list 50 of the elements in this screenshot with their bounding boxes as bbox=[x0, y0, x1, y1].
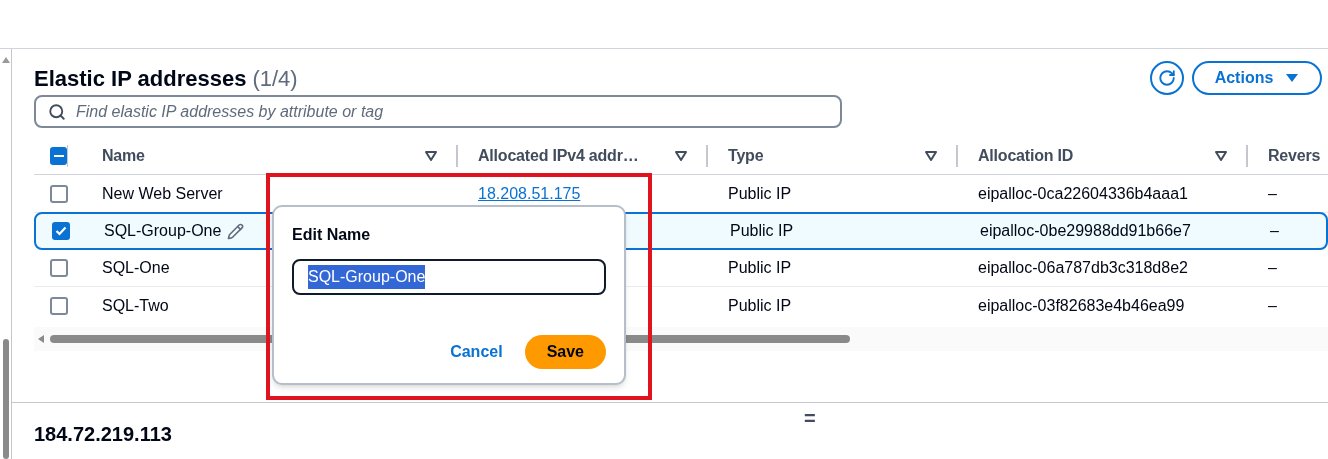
column-header[interactable]: Revers bbox=[1268, 144, 1321, 168]
table-cell: eipalloc-06a787db3c318d8e2 bbox=[978, 258, 1188, 276]
sort-caret-icon[interactable] bbox=[674, 150, 688, 162]
refresh-button[interactable] bbox=[1150, 61, 1184, 95]
save-button[interactable]: Save bbox=[524, 335, 606, 369]
table-cell: – bbox=[1268, 297, 1277, 314]
table-cell: – bbox=[1270, 222, 1279, 239]
selection-count: (1/4) bbox=[252, 64, 298, 93]
table-cell: eipalloc-0ca22604336b4aaa1 bbox=[978, 184, 1188, 202]
table-cell: – bbox=[1268, 184, 1277, 202]
column-header[interactable]: Allocation ID bbox=[978, 144, 1074, 168]
table-cell: eipalloc-0be29988dd91b66e7 bbox=[980, 222, 1191, 239]
search-input[interactable]: Find elastic IP addresses by attribute or tag bbox=[76, 99, 828, 124]
checkbox[interactable] bbox=[52, 222, 70, 240]
table-cell: eipalloc-03f82683e4b46ea99 bbox=[978, 297, 1185, 314]
table-cell-text: New Web Server bbox=[102, 183, 223, 204]
ip-link[interactable]: 18.208.51.175 bbox=[478, 184, 581, 202]
sort-caret-icon[interactable] bbox=[924, 150, 938, 162]
refresh-icon bbox=[1158, 69, 1176, 87]
table-cell: Public IP bbox=[730, 222, 794, 239]
table-cell: Public IP bbox=[728, 184, 792, 202]
sort-caret-icon[interactable] bbox=[1214, 150, 1228, 162]
cancel-button[interactable]: Cancel bbox=[450, 340, 503, 364]
table-cell-text: SQL-Two bbox=[102, 296, 169, 316]
caret-down-icon bbox=[1285, 73, 1300, 83]
table-cell: Public IP bbox=[728, 297, 792, 314]
scroll-up-icon[interactable] bbox=[1, 57, 10, 63]
scrollbar-thumb[interactable] bbox=[2, 339, 9, 459]
table-cell: Public IP bbox=[728, 258, 792, 276]
checkbox[interactable] bbox=[50, 258, 68, 277]
column-header[interactable]: Name bbox=[102, 144, 145, 168]
name-field[interactable]: SQL-Group-One bbox=[292, 259, 606, 295]
sort-caret-icon[interactable] bbox=[424, 150, 438, 162]
search-field[interactable]: Find elastic IP addresses by attribute or tag bbox=[34, 95, 842, 128]
checkbox[interactable] bbox=[50, 184, 68, 203]
column-header[interactable]: Type bbox=[728, 144, 764, 168]
page-heading: Elastic IP addresses bbox=[34, 64, 247, 93]
search-icon bbox=[48, 102, 66, 121]
table-cell-text: SQL-Group-One bbox=[104, 221, 222, 241]
column-header[interactable]: Allocated IPv4 addr… bbox=[478, 144, 639, 168]
table-cell-text: SQL-One bbox=[102, 257, 170, 278]
checkbox[interactable] bbox=[50, 147, 68, 165]
popover-title: Edit Name bbox=[292, 225, 372, 245]
scroll-left-icon[interactable] bbox=[38, 335, 44, 343]
checkbox[interactable] bbox=[50, 297, 68, 315]
table-cell: – bbox=[1268, 258, 1277, 276]
detail-heading: 184.72.219.113 bbox=[34, 422, 172, 447]
actions-button[interactable]: Actions bbox=[1192, 61, 1322, 95]
resize-handle[interactable]: = bbox=[804, 403, 816, 433]
edit-icon[interactable] bbox=[227, 222, 245, 240]
